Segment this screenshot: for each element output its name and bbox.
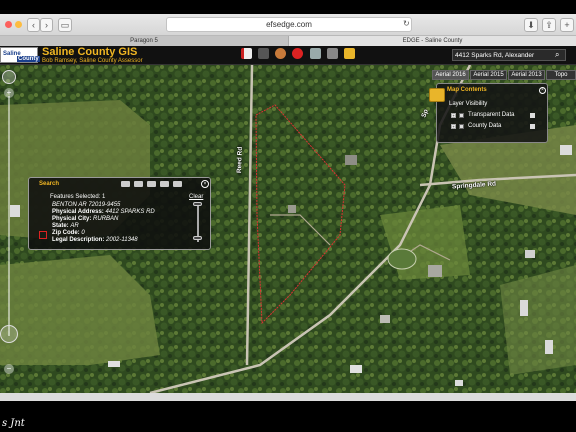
county-logo: Saline County [0, 47, 40, 63]
transparency-slider-handle[interactable] [193, 202, 202, 206]
page-subtitle: Bob Ramsey, Saline County Assessor [42, 58, 143, 64]
base-layer-topo[interactable]: Topo [546, 70, 576, 80]
download-icon: ⬇ [527, 20, 535, 30]
layer-checkbox[interactable] [459, 124, 464, 129]
folder-icon[interactable] [429, 88, 445, 102]
screen: ‹ › ▭ efsedge.com ↻ ⬇ ⇪ + Paragon 5 EDGE… [0, 0, 576, 432]
gis-header: Saline County Saline County GIS Bob Rams… [0, 46, 576, 65]
result-line: Physical City: RURBAN [52, 216, 119, 222]
share-button[interactable]: ⇪ [542, 18, 556, 32]
share-icon: ⇪ [545, 20, 553, 30]
expand-icon[interactable]: + [451, 124, 456, 129]
close-icon[interactable]: × [539, 87, 546, 94]
folder-icon[interactable] [344, 48, 355, 59]
zoom-slider-handle[interactable] [0, 325, 18, 343]
tab-paragon[interactable]: Paragon 5 [0, 36, 288, 46]
plus-icon: + [564, 20, 570, 30]
zoom-in-button[interactable]: + [4, 88, 14, 98]
record-icon[interactable] [292, 48, 303, 59]
base-layer-aerial-2013[interactable]: Aerial 2013 [508, 70, 545, 80]
select-icon[interactable] [134, 181, 143, 187]
clear-button[interactable]: Clear [189, 194, 203, 200]
layer-row-transparent: + Transparent Data [451, 112, 541, 120]
reload-icon[interactable]: ↻ [403, 19, 410, 28]
bookmark-icon[interactable] [241, 48, 252, 59]
measure-icon[interactable] [258, 48, 269, 59]
result-line: Legal Description: 2002-11348 [52, 237, 138, 243]
result-line: State: AR [52, 223, 79, 229]
page-title: Saline County GIS [42, 46, 138, 58]
road-label-reed: Reed Rd [236, 146, 244, 174]
base-layer-aerial-2015[interactable]: Aerial 2015 [470, 70, 507, 80]
url-bar[interactable]: efsedge.com [166, 17, 412, 32]
search-results-panel: Search × Features Selected: 1 Clear BENT… [28, 177, 211, 250]
map-bottom-bar [0, 393, 576, 401]
layer-label: Transparent Data [468, 112, 515, 118]
palette-icon[interactable] [275, 48, 286, 59]
features-selected: Features Selected: 1 [50, 194, 106, 200]
sidebar-icon: ▭ [60, 20, 70, 30]
layer-checkbox[interactable] [459, 113, 464, 118]
close-icon[interactable]: × [201, 180, 209, 188]
search-panel-title: Search [39, 181, 60, 187]
map-contents-panel: Map Contents × Layer Visibility + Transp… [429, 83, 548, 143]
address-search-value: 4412 Sparks Rd, Alexander [455, 52, 535, 59]
transparency-slider-end[interactable] [193, 236, 202, 240]
map-contents-title: Map Contents [447, 87, 487, 93]
chevron-left-icon: ‹ [32, 20, 35, 30]
expand-icon[interactable]: + [451, 113, 456, 118]
result-line: BENTON AR 72019-9455 [52, 202, 121, 208]
address-search-input[interactable]: 4412 Sparks Rd, Alexander [452, 49, 566, 61]
pan-control[interactable] [2, 70, 16, 84]
layer-options-icon[interactable] [530, 113, 535, 118]
layer-row-county: + County Data [451, 123, 541, 131]
chevron-right-icon: › [45, 20, 48, 30]
url-text: efsedge.com [266, 20, 312, 29]
buffer-icon[interactable] [160, 181, 169, 187]
layer-label: County Data [468, 123, 502, 129]
export-icon[interactable] [173, 181, 182, 187]
base-layer-aerial-2016[interactable]: Aerial 2016 [432, 70, 469, 80]
zoom-out-button[interactable]: − [4, 364, 14, 374]
tab-bar: Paragon 5 EDGE - Saline County [0, 36, 576, 46]
forward-button[interactable]: › [40, 18, 53, 32]
window-close-dot[interactable] [5, 21, 12, 28]
tab-edge-saline[interactable]: EDGE - Saline County [288, 36, 576, 46]
watermark: s Jnt [2, 418, 25, 429]
back-button[interactable]: ‹ [27, 18, 40, 32]
table-icon[interactable] [121, 181, 130, 187]
new-tab-button[interactable]: + [560, 18, 574, 32]
result-line: Zip Code: 0 [52, 230, 85, 236]
window-minimize-dot[interactable] [15, 21, 22, 28]
search-icon[interactable]: ⌕ [555, 50, 559, 60]
layer-visibility-label: Layer Visibility [449, 101, 488, 107]
downloads-button[interactable]: ⬇ [524, 18, 538, 32]
zoom-to-icon[interactable] [147, 181, 156, 187]
layer-options-icon[interactable] [530, 124, 535, 129]
browser-toolbar: ‹ › ▭ efsedge.com ↻ ⬇ ⇪ + [0, 14, 576, 36]
truck-icon[interactable] [310, 48, 321, 59]
print-icon[interactable] [327, 48, 338, 59]
logo-line2: County [17, 56, 40, 62]
zoom-slider-track[interactable] [8, 96, 10, 336]
result-line: Physical Address: 4412 SPARKS RD [52, 209, 155, 215]
selection-swatch [39, 231, 47, 239]
sidebar-button[interactable]: ▭ [58, 18, 72, 32]
